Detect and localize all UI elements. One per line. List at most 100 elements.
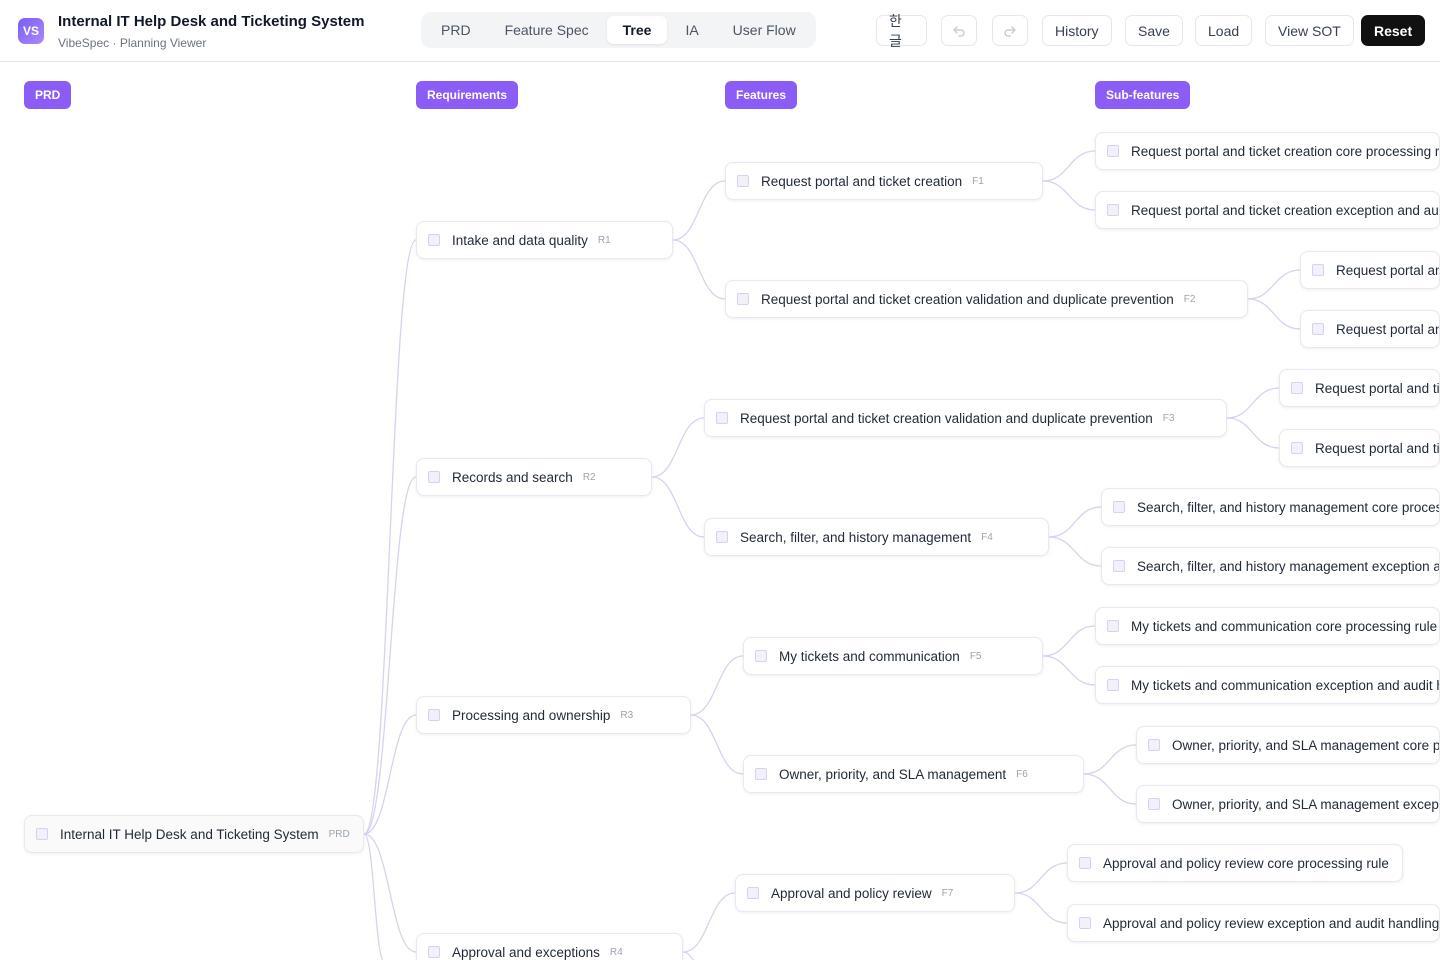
tab-feature-spec[interactable]: Feature Spec	[489, 16, 605, 44]
node-checkbox[interactable]	[755, 768, 767, 780]
node-checkbox[interactable]	[1113, 501, 1125, 513]
tree-connector	[1048, 536, 1102, 567]
node-checkbox[interactable]	[1291, 442, 1303, 454]
tree-node-feature[interactable]: My tickets and communication F5	[743, 637, 1043, 675]
tree-connector	[651, 476, 705, 538]
redo-icon	[1004, 25, 1016, 37]
tree-node-requirement[interactable]: Processing and ownership R3	[416, 696, 691, 734]
tree-node-feature[interactable]: Request portal and ticket creation F1	[725, 162, 1043, 200]
history-button[interactable]: History	[1042, 15, 1112, 46]
node-checkbox[interactable]	[1107, 679, 1119, 691]
save-button[interactable]: Save	[1125, 15, 1183, 46]
tree-connector	[1014, 892, 1068, 924]
tree-node-subfeature[interactable]: Owner, priority, and SLA management core…	[1136, 726, 1440, 764]
tree-connector	[363, 239, 417, 835]
tree-node-subfeature[interactable]: Request portal and ticket creation core …	[1095, 132, 1440, 170]
node-checkbox[interactable]	[1291, 382, 1303, 394]
node-label: Internal IT Help Desk and Ticketing Syst…	[60, 826, 319, 842]
tree-node-subfeature[interactable]: Request portal and ticket creation valid…	[1279, 369, 1440, 407]
tree-node-feature[interactable]: Approval and policy review F7	[735, 874, 1015, 912]
tab-tree[interactable]: Tree	[606, 16, 668, 44]
tree-node-requirement[interactable]: Records and search R2	[416, 458, 652, 496]
node-checkbox[interactable]	[747, 887, 759, 899]
tree-node-subfeature[interactable]: Request portal and ticket creation valid…	[1300, 310, 1440, 348]
node-label: Records and search	[452, 469, 573, 485]
tree-node-feature[interactable]: Request portal and ticket creation valid…	[704, 399, 1227, 437]
tree-node-subfeature[interactable]: Search, filter, and history management e…	[1101, 547, 1440, 585]
node-checkbox[interactable]	[716, 531, 728, 543]
tree-connector	[682, 951, 695, 960]
node-checkbox[interactable]	[428, 946, 440, 958]
node-label: Request portal and ticket creation valid…	[740, 410, 1153, 426]
node-checkbox[interactable]	[1107, 204, 1119, 216]
node-label: Search, filter, and history management c…	[1137, 499, 1439, 515]
node-label: Search, filter, and history management	[740, 529, 972, 545]
node-tag: F4	[981, 531, 993, 543]
redo-button[interactable]	[992, 15, 1028, 46]
tree-connector	[1042, 180, 1096, 211]
node-checkbox[interactable]	[1079, 917, 1091, 929]
node-tag: F1	[972, 175, 984, 187]
node-checkbox[interactable]	[716, 412, 728, 424]
reset-button[interactable]: Reset	[1361, 15, 1426, 46]
node-checkbox[interactable]	[1148, 798, 1160, 810]
app-logo: VS	[18, 18, 44, 44]
language-button[interactable]: 한글	[876, 13, 927, 49]
node-label: Request portal and ticket creation	[761, 173, 963, 189]
node-checkbox[interactable]	[1312, 323, 1324, 335]
node-checkbox[interactable]	[1148, 739, 1160, 751]
node-checkbox[interactable]	[1107, 620, 1119, 632]
tab-ia[interactable]: IA	[669, 16, 714, 44]
tab-prd[interactable]: PRD	[425, 16, 487, 44]
node-checkbox[interactable]	[36, 828, 48, 840]
tree-connector	[1042, 625, 1096, 657]
tree-connector	[1226, 417, 1280, 449]
tree-node-requirement[interactable]: Approval and exceptions R4	[416, 933, 683, 960]
tree-node-feature[interactable]: Request portal and ticket creation valid…	[725, 280, 1248, 318]
node-checkbox[interactable]	[737, 293, 749, 305]
node-checkbox[interactable]	[428, 234, 440, 246]
load-button[interactable]: Load	[1195, 15, 1253, 46]
node-checkbox[interactable]	[755, 650, 767, 662]
tree-connector	[672, 239, 726, 300]
node-checkbox[interactable]	[1107, 145, 1119, 157]
node-label: Owner, priority, and SLA management core…	[1172, 737, 1440, 753]
node-checkbox[interactable]	[1113, 560, 1125, 572]
undo-button[interactable]	[941, 15, 977, 46]
view-sot-button[interactable]: View SOT	[1265, 15, 1354, 46]
tree-connector	[363, 714, 417, 835]
node-tag: F2	[1183, 293, 1196, 305]
tree-node-subfeature[interactable]: Request portal and ticket creation valid…	[1279, 429, 1440, 467]
tree-node-feature[interactable]: Search, filter, and history management F…	[704, 518, 1049, 556]
tree-node-subfeature[interactable]: Search, filter, and history management c…	[1101, 488, 1440, 526]
node-label: Owner, priority, and SLA management exce…	[1172, 796, 1439, 812]
tree-connector	[690, 655, 744, 716]
node-label: Request portal and ticket creation valid…	[1315, 440, 1440, 456]
tree-node-subfeature[interactable]: Approval and policy review core processi…	[1067, 844, 1403, 882]
tree-canvas[interactable]: PRD Requirements Features Sub-features I…	[0, 63, 1440, 960]
node-checkbox[interactable]	[1079, 857, 1091, 869]
node-label: My tickets and communication exception a…	[1131, 677, 1439, 693]
node-checkbox[interactable]	[737, 175, 749, 187]
tree-node-root[interactable]: Internal IT Help Desk and Ticketing Syst…	[24, 815, 364, 853]
tree-connector	[1048, 506, 1102, 538]
tree-node-subfeature[interactable]: Owner, priority, and SLA management exce…	[1136, 785, 1440, 823]
tree-connector	[1083, 744, 1137, 775]
tree-node-subfeature[interactable]: My tickets and communication core proces…	[1095, 607, 1440, 645]
node-label: Approval and policy review core processi…	[1103, 855, 1389, 871]
node-checkbox[interactable]	[428, 471, 440, 483]
tree-node-subfeature[interactable]: Approval and policy review exception and…	[1067, 904, 1440, 942]
tree-connector	[682, 892, 736, 953]
node-label: Approval and exceptions	[452, 944, 600, 960]
node-checkbox[interactable]	[1312, 264, 1324, 276]
tree-node-subfeature[interactable]: Request portal and ticket creation valid…	[1300, 251, 1440, 289]
node-label: Approval and policy review	[771, 885, 932, 901]
tab-user-flow[interactable]: User Flow	[717, 16, 812, 44]
app-header: VS Internal IT Help Desk and Ticketing S…	[0, 0, 1440, 62]
tree-node-requirement[interactable]: Intake and data quality R1	[416, 221, 673, 259]
tree-node-subfeature[interactable]: My tickets and communication exception a…	[1095, 666, 1440, 704]
tree-node-feature[interactable]: Owner, priority, and SLA management F6	[743, 755, 1084, 793]
node-checkbox[interactable]	[428, 709, 440, 721]
undo-icon	[953, 25, 965, 37]
tree-node-subfeature[interactable]: Request portal and ticket creation excep…	[1095, 191, 1440, 229]
